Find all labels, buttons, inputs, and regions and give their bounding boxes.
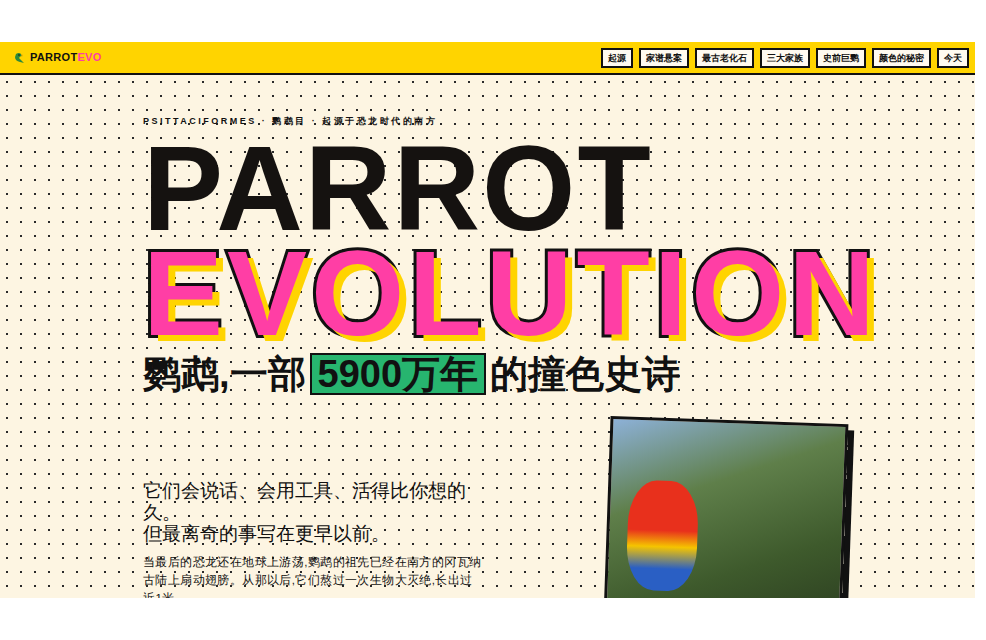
nav-item[interactable]: 起源 [601,48,633,68]
kicker: PSITTACIFORMES · 鹦鹉目 · 起源于恐龙时代的南方 [143,114,975,128]
lead-2: 但最离奇的事写在更早以前。 [143,523,483,545]
lead: 它们会说话、会用工具、活得比你想的久。 [143,480,483,523]
title-line-1: PARROT [143,128,975,248]
title-line-2: EVOLUTION [143,233,975,353]
hero-section: PSITTACIFORMES · 鹦鹉目 · 起源于恐龙时代的南方PARROTE… [0,75,975,598]
nav-item[interactable]: 家谱悬案 [639,48,689,68]
logo-text: PARROTEVO [30,49,102,66]
nav-item[interactable]: 三大家族 [760,48,810,68]
subtitle-highlight: 5900万年 [310,353,487,395]
nav-item[interactable]: 史前巨鹦 [816,48,866,68]
parrot-photo [604,416,849,598]
nav-item[interactable]: 最古老化石 [695,48,754,68]
intro-text: 它们会说话、会用工具、活得比你想的久。但最离奇的事写在更早以前。当最后的恐龙还在… [143,480,483,598]
intro-row: 它们会说话、会用工具、活得比你想的久。但最离奇的事写在更早以前。当最后的恐龙还在… [143,395,975,598]
parrot-icon [12,52,26,64]
subtitle: 鹦鹉,一部5900万年的撞色史诗 [143,353,975,395]
top-nav: PARROTEVO 起源家谱悬案最古老化石三大家族史前巨鹦颜色的秘密今天 [0,42,975,75]
nav-items: 起源家谱悬案最古老化石三大家族史前巨鹦颜色的秘密今天 [601,48,969,68]
nav-item[interactable]: 今天 [937,48,969,68]
bird-shape [626,480,700,592]
logo[interactable]: PARROTEVO [12,49,102,66]
body-text: 当最后的恐龙还在地球上游荡,鹦鹉的祖先已经在南方的冈瓦纳古陆上扇动翅膀。从那以后… [143,553,483,599]
nav-item[interactable]: 颜色的秘密 [872,48,931,68]
